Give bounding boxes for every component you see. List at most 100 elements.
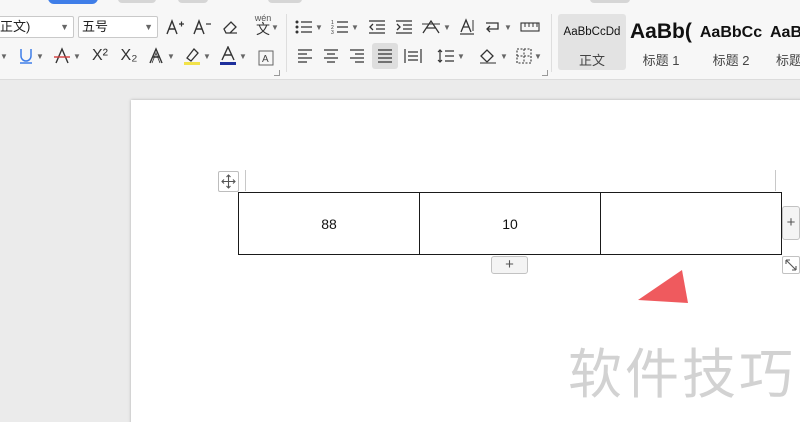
increase-indent-button[interactable] xyxy=(393,15,415,39)
font-size-value: 五号 xyxy=(82,19,109,34)
align-center-button[interactable] xyxy=(320,44,342,68)
style-name: 标题 2 xyxy=(712,53,750,68)
style-heading[interactable]: AaB 标题 xyxy=(768,14,800,70)
style-sample: AaBbCcDd xyxy=(563,26,621,38)
chevron-down-icon: ▼ xyxy=(457,51,465,61)
font-size-select[interactable]: 五号 ▼ xyxy=(78,16,158,38)
ribbon-toolbar: 正文) ▼ 五号 ▼ wén 文 ▼ ▼ 1 2 3 ▼ ▼ ▼ ▼ ▼ ▼ X… xyxy=(0,0,800,80)
text-direction-icon xyxy=(460,18,474,35)
document-table: 88 10 xyxy=(238,192,782,255)
chinese-layout-button[interactable]: ▼ xyxy=(421,15,451,39)
subscript-button[interactable]: X₂ xyxy=(117,44,141,68)
numbered-list-icon: 123 xyxy=(331,20,349,35)
chevron-down-icon: ▼ xyxy=(73,51,81,61)
move-icon xyxy=(221,174,236,189)
font-name-select[interactable]: 正文) ▼ xyxy=(0,16,74,38)
superscript-button[interactable]: X² xyxy=(88,44,112,68)
eraser-icon xyxy=(223,21,237,34)
bullet-list-button[interactable]: ▼ xyxy=(294,15,324,39)
tab-reference-fragment[interactable] xyxy=(268,0,302,3)
indent-icon xyxy=(396,20,412,34)
tab-stops-button[interactable] xyxy=(518,15,542,39)
align-center-icon xyxy=(324,49,338,63)
pinyin-dropdown[interactable]: ▼ xyxy=(269,15,279,39)
style-heading-1[interactable]: AaBb( 标题 1 xyxy=(628,14,694,70)
grow-font-button[interactable] xyxy=(164,15,186,39)
resize-icon xyxy=(785,259,797,271)
chevron-down-icon: ▼ xyxy=(315,22,323,32)
add-row-button[interactable]: + xyxy=(491,256,528,274)
grow-font-icon xyxy=(166,19,184,35)
text-effect-button[interactable]: ▼ xyxy=(146,44,176,68)
justify-icon xyxy=(378,49,392,63)
table-move-handle[interactable] xyxy=(218,171,239,192)
text-effect-icon xyxy=(149,47,163,64)
outdent-icon xyxy=(369,20,385,34)
clear-format-button[interactable] xyxy=(219,15,241,39)
justify-button[interactable] xyxy=(372,43,398,69)
tab-insert-fragment[interactable] xyxy=(118,0,156,3)
distributed-align-button[interactable] xyxy=(402,44,424,68)
font-dialog-launcher[interactable] xyxy=(274,70,280,76)
chevron-down-icon: ▼ xyxy=(534,51,542,61)
table-cell[interactable]: 88 xyxy=(238,192,420,255)
style-sample: AaBbCc xyxy=(699,24,763,41)
font-name-value: 正文) xyxy=(0,19,31,34)
align-right-icon xyxy=(350,49,364,63)
subscript-icon: X₂ xyxy=(120,47,138,64)
bullet-list-icon xyxy=(295,20,313,34)
table-cell[interactable]: 10 xyxy=(419,192,601,255)
add-column-button[interactable]: + xyxy=(782,206,800,240)
bold-fragment-button[interactable]: ▼ xyxy=(0,44,10,68)
borders-button[interactable]: ▼ xyxy=(514,44,544,68)
align-left-button[interactable] xyxy=(294,44,316,68)
paragraph-dialog-launcher[interactable] xyxy=(542,70,548,76)
tab-active-start[interactable] xyxy=(48,0,98,4)
align-left-icon xyxy=(298,49,312,63)
highlighter-icon xyxy=(184,48,201,65)
line-spacing-button[interactable]: ▼ xyxy=(436,44,466,68)
chevron-down-icon: ▼ xyxy=(144,22,153,32)
pinyin-char: 文 xyxy=(256,21,270,37)
chevron-down-icon: ▼ xyxy=(504,22,512,32)
ruler-icon xyxy=(520,22,540,32)
chinese-layout-icon xyxy=(422,19,441,34)
font-color-icon xyxy=(220,46,237,65)
table-row: 88 10 xyxy=(238,192,782,255)
tab-tools-fragment[interactable] xyxy=(590,0,630,3)
style-sample: AaB xyxy=(770,24,800,41)
ribbon-tab-strip xyxy=(0,0,800,5)
table-cell[interactable] xyxy=(600,192,782,255)
margin-guide-left xyxy=(245,170,246,191)
svg-text:A: A xyxy=(262,54,269,65)
chevron-down-icon: ▼ xyxy=(239,51,247,61)
table-resize-handle[interactable] xyxy=(782,256,800,274)
numbered-list-button[interactable]: 1 2 3 ▼ xyxy=(330,15,360,39)
character-border-button[interactable]: A xyxy=(256,46,276,70)
strikethrough-icon xyxy=(54,47,71,64)
strikethrough-button[interactable]: ▼ xyxy=(52,44,82,68)
align-right-button[interactable] xyxy=(346,44,368,68)
highlight-color-button[interactable]: ▼ xyxy=(182,44,212,68)
style-name: 标题 1 xyxy=(642,53,680,68)
chevron-down-icon: ▼ xyxy=(500,51,508,61)
font-color-button[interactable]: ▼ xyxy=(218,44,248,68)
chevron-down-icon: ▼ xyxy=(36,51,44,61)
decrease-indent-button[interactable] xyxy=(366,15,388,39)
chevron-down-icon: ▼ xyxy=(203,51,211,61)
shrink-font-button[interactable] xyxy=(191,15,213,39)
shading-button[interactable]: ▼ xyxy=(478,44,508,68)
style-heading-2[interactable]: AaBbCc 标题 2 xyxy=(696,14,766,70)
text-direction-button[interactable] xyxy=(456,15,478,39)
line-break-button[interactable]: ▼ xyxy=(483,15,513,39)
tab-layout-fragment[interactable] xyxy=(178,0,208,3)
chevron-down-icon: ▼ xyxy=(443,22,451,32)
style-name: 标题 xyxy=(776,53,800,68)
pointer-arrow-icon xyxy=(638,270,688,303)
chevron-down-icon: ▼ xyxy=(351,22,359,32)
chevron-down-icon: ▼ xyxy=(0,51,8,61)
underline-button[interactable]: ▼ xyxy=(16,44,46,68)
ribbon-separator xyxy=(551,14,552,72)
style-body-text[interactable]: AaBbCcDd 正文 xyxy=(558,14,626,70)
underline-icon xyxy=(20,49,33,64)
